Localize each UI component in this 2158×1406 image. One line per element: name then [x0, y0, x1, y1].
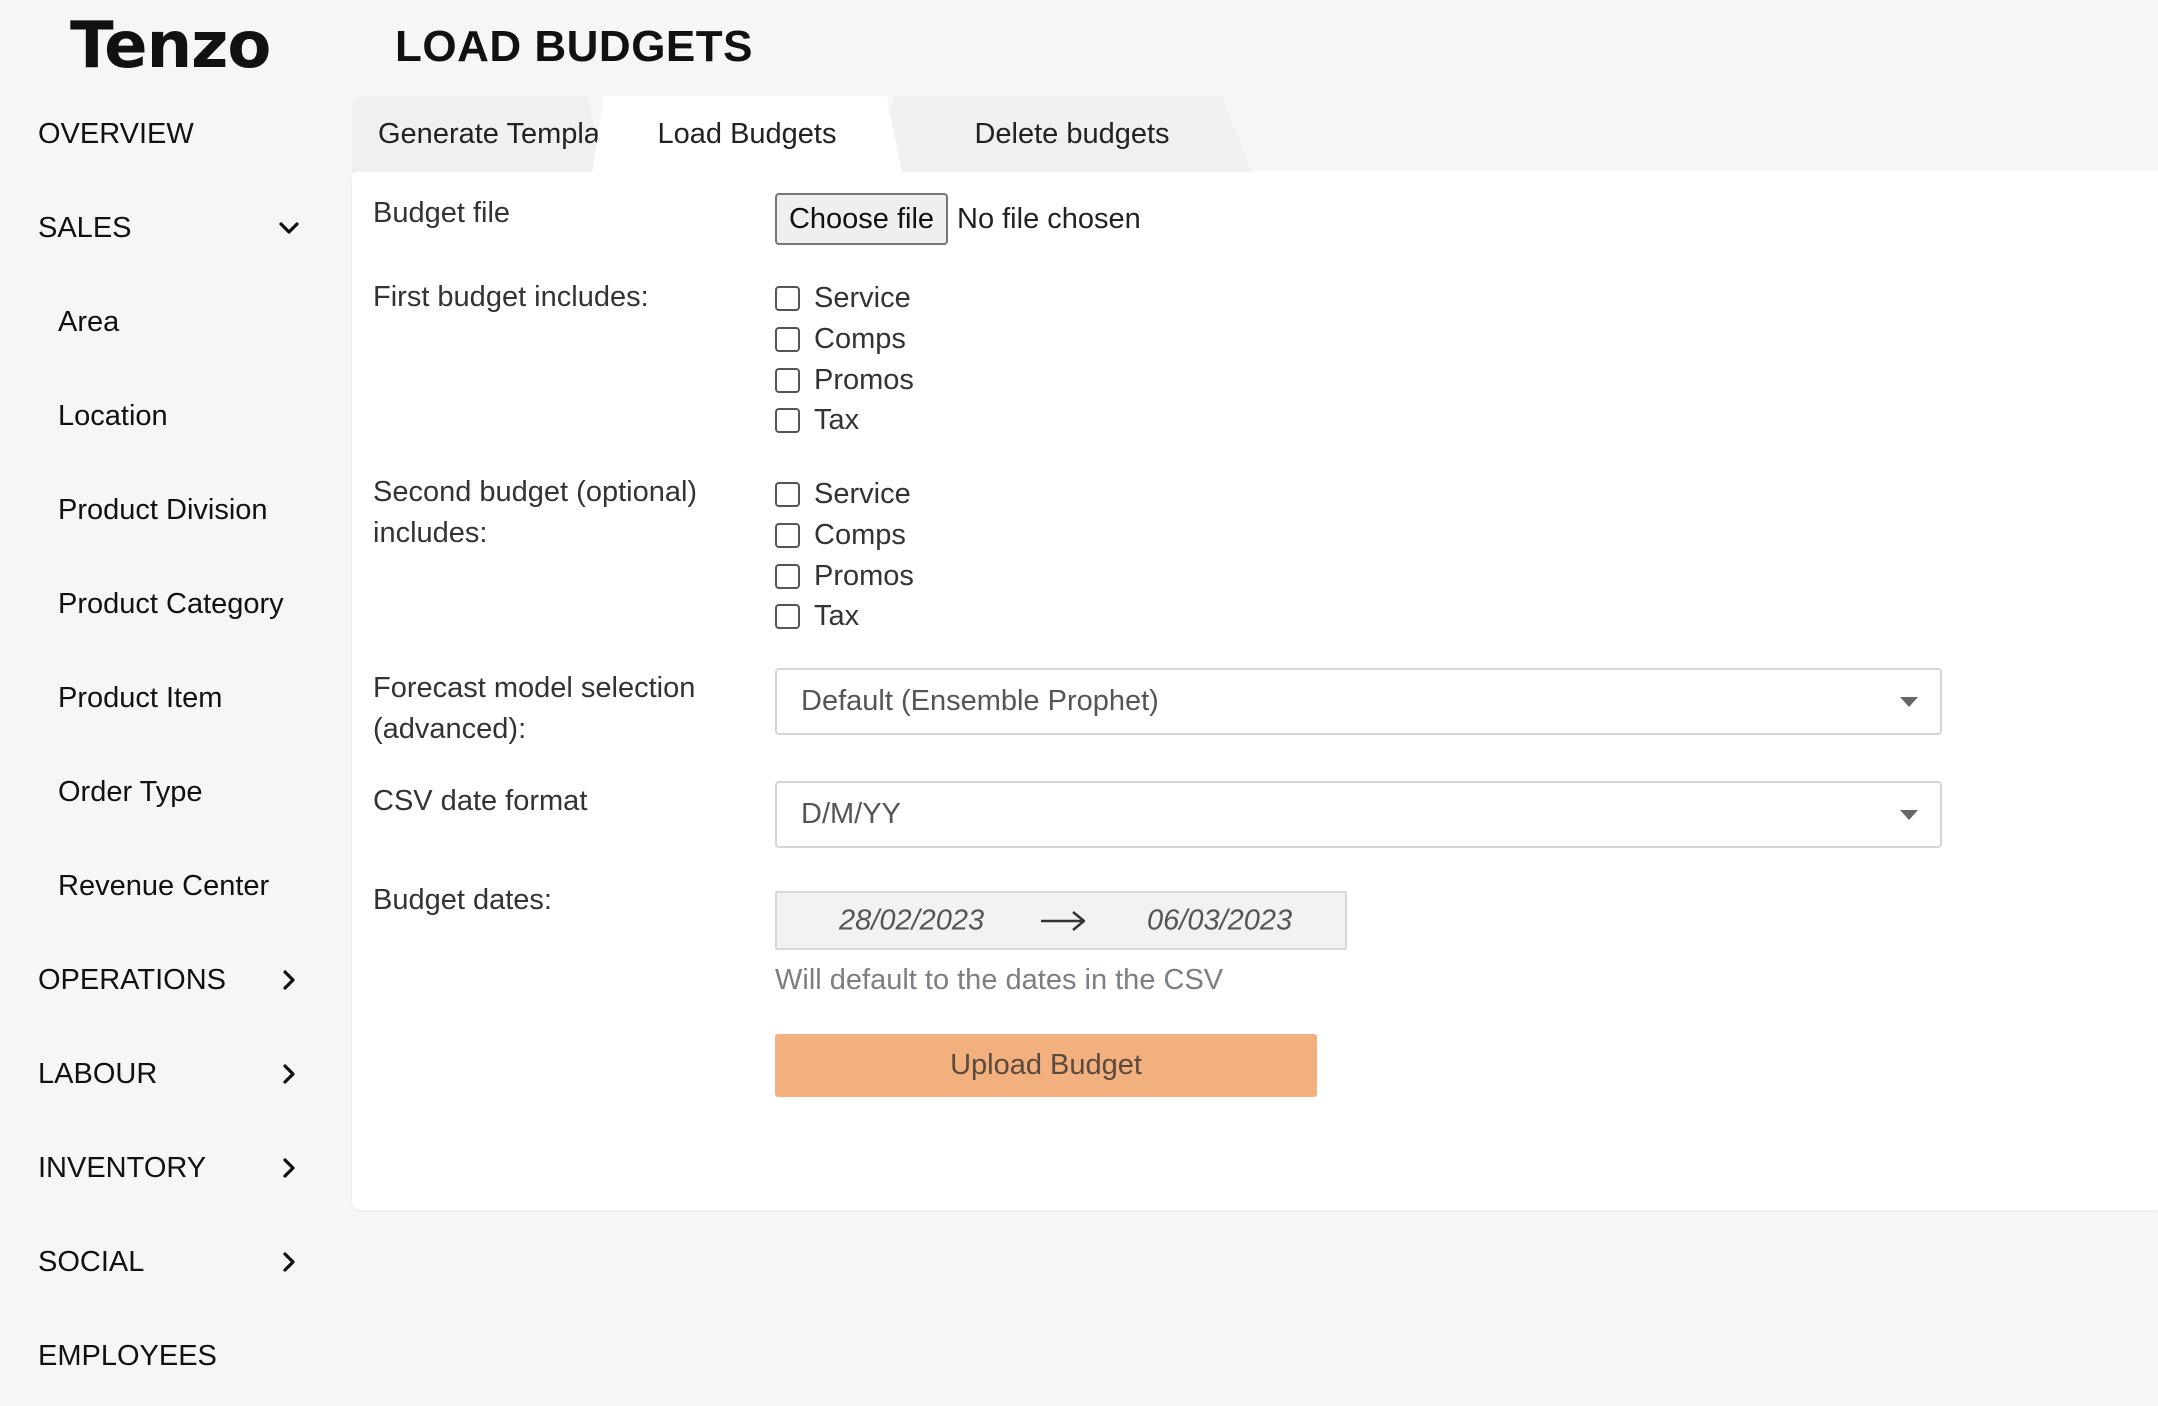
first-budget-promos-checkbox[interactable]: Promos	[775, 360, 914, 400]
checkbox-icon[interactable]	[775, 326, 800, 352]
checkbox-label: Service	[814, 477, 911, 510]
checkbox-label: Promos	[814, 559, 914, 592]
arrow-right-icon	[1041, 910, 1086, 931]
sidebar-item-product-division[interactable]: Product Division	[0, 480, 320, 540]
budget-dates-label: Budget dates:	[373, 884, 552, 916]
caret-down-icon	[1900, 809, 1918, 820]
checkbox-label: Promos	[814, 363, 914, 396]
forecast-label-line1: Forecast model selection	[373, 672, 696, 704]
second-budget-service-checkbox[interactable]: Service	[775, 474, 911, 514]
sidebar-item-label: OPERATIONS	[38, 963, 226, 996]
forecast-model-label: Forecast model selection (advanced):	[373, 668, 695, 750]
sidebar-item-operations[interactable]: OPERATIONS	[0, 950, 320, 1010]
checkbox-icon[interactable]	[775, 481, 800, 507]
tab-label: Delete budgets	[974, 117, 1170, 150]
sidebar-item-order-type[interactable]: Order Type	[0, 762, 320, 822]
second-budget-label-line2: includes:	[373, 517, 488, 549]
checkbox-label: Service	[814, 281, 911, 314]
sidebar-item-label: SALES	[38, 211, 132, 244]
second-budget-label: Second budget (optional) includes:	[373, 472, 697, 554]
sidebar-item-label: EMPLOYEES	[38, 1339, 217, 1372]
forecast-model-select[interactable]: Default (Ensemble Prophet)	[775, 668, 1942, 735]
first-budget-comps-checkbox[interactable]: Comps	[775, 319, 906, 359]
sidebar-item-label: Product Item	[58, 681, 223, 714]
date-hint-text: Will default to the dates in the CSV	[775, 964, 1224, 996]
tab-label: Generate Template	[378, 117, 603, 150]
file-status-text: No file chosen	[957, 203, 1141, 235]
csv-date-format-select[interactable]: D/M/YY	[775, 781, 1942, 848]
second-budget-label-line1: Second budget (optional)	[373, 476, 698, 508]
csv-date-format-value: D/M/YY	[801, 798, 901, 830]
checkbox-label: Tax	[814, 403, 860, 436]
sidebar-item-label: OVERVIEW	[38, 117, 194, 150]
second-budget-promos-checkbox[interactable]: Promos	[775, 556, 914, 596]
checkbox-icon[interactable]	[775, 603, 800, 629]
sidebar-item-product-category[interactable]: Product Category	[0, 574, 320, 634]
sidebar-item-label: LABOUR	[38, 1057, 158, 1090]
checkbox-label: Comps	[814, 322, 906, 355]
tab-load-budgets[interactable]: Load Budgets	[592, 96, 902, 172]
sidebar-item-labour[interactable]: LABOUR	[0, 1044, 320, 1104]
sidebar-item-label: Product Category	[58, 587, 284, 620]
sidebar-item-label: Revenue Center	[58, 869, 270, 902]
chevron-down-icon	[278, 217, 300, 239]
sidebar-item-sales[interactable]: SALES	[0, 198, 320, 258]
sidebar-item-label: Product Division	[58, 493, 268, 526]
sidebar-item-label: INVENTORY	[38, 1151, 207, 1184]
tenzo-logo[interactable]: Tenzo	[70, 8, 271, 84]
caret-down-icon	[1900, 696, 1918, 707]
tab-generate-template[interactable]: Generate Template	[352, 96, 607, 172]
first-budget-service-checkbox[interactable]: Service	[775, 278, 911, 318]
checkbox-icon[interactable]	[775, 367, 800, 393]
first-budget-label: First budget includes:	[373, 281, 649, 313]
checkbox-icon[interactable]	[775, 285, 800, 311]
chevron-right-icon	[278, 1251, 300, 1273]
sidebar-item-area[interactable]: Area	[0, 292, 320, 352]
logo-text: Tenzo	[70, 9, 271, 83]
checkbox-icon[interactable]	[775, 563, 800, 589]
budget-date-range-picker[interactable]: 28/02/2023 06/03/2023	[775, 891, 1347, 950]
upload-budget-button[interactable]: Upload Budget	[775, 1034, 1317, 1097]
chevron-right-icon	[278, 1157, 300, 1179]
sidebar-item-label: Location	[58, 399, 168, 432]
checkbox-label: Tax	[814, 599, 860, 632]
sidebar-item-label: SOCIAL	[38, 1245, 145, 1278]
sidebar-item-inventory[interactable]: INVENTORY	[0, 1138, 320, 1198]
second-budget-comps-checkbox[interactable]: Comps	[775, 515, 906, 555]
tab-delete-budgets[interactable]: Delete budgets	[872, 96, 1252, 172]
budget-file-label: Budget file	[373, 197, 511, 229]
csv-date-format-label: CSV date format	[373, 785, 588, 817]
chevron-right-icon	[278, 1063, 300, 1085]
second-budget-tax-checkbox[interactable]: Tax	[775, 596, 859, 636]
sidebar-item-label: Area	[58, 305, 120, 338]
page-title: LOAD BUDGETS	[395, 22, 753, 71]
first-budget-tax-checkbox[interactable]: Tax	[775, 400, 859, 440]
forecast-model-value: Default (Ensemble Prophet)	[801, 685, 1159, 717]
sidebar-item-label: Order Type	[58, 775, 203, 808]
sidebar-item-revenue-center[interactable]: Revenue Center	[0, 856, 320, 916]
choose-file-button[interactable]: Choose file	[775, 193, 948, 245]
sidebar-item-employees[interactable]: EMPLOYEES	[0, 1326, 320, 1386]
checkbox-label: Comps	[814, 518, 906, 551]
date-end-input[interactable]: 06/03/2023	[1147, 904, 1292, 937]
sidebar-item-product-item[interactable]: Product Item	[0, 668, 320, 728]
tab-bar: Generate Template Delete budgets Load Bu…	[352, 96, 1252, 172]
sidebar-item-social[interactable]: SOCIAL	[0, 1232, 320, 1292]
sidebar-item-overview[interactable]: OVERVIEW	[0, 104, 320, 164]
sidebar-item-location[interactable]: Location	[0, 386, 320, 446]
tab-label: Load Budgets	[657, 117, 837, 150]
date-start-input[interactable]: 28/02/2023	[839, 904, 984, 937]
checkbox-icon[interactable]	[775, 522, 800, 548]
forecast-label-line2: (advanced):	[373, 713, 527, 745]
checkbox-icon[interactable]	[775, 407, 800, 433]
chevron-right-icon	[278, 969, 300, 991]
